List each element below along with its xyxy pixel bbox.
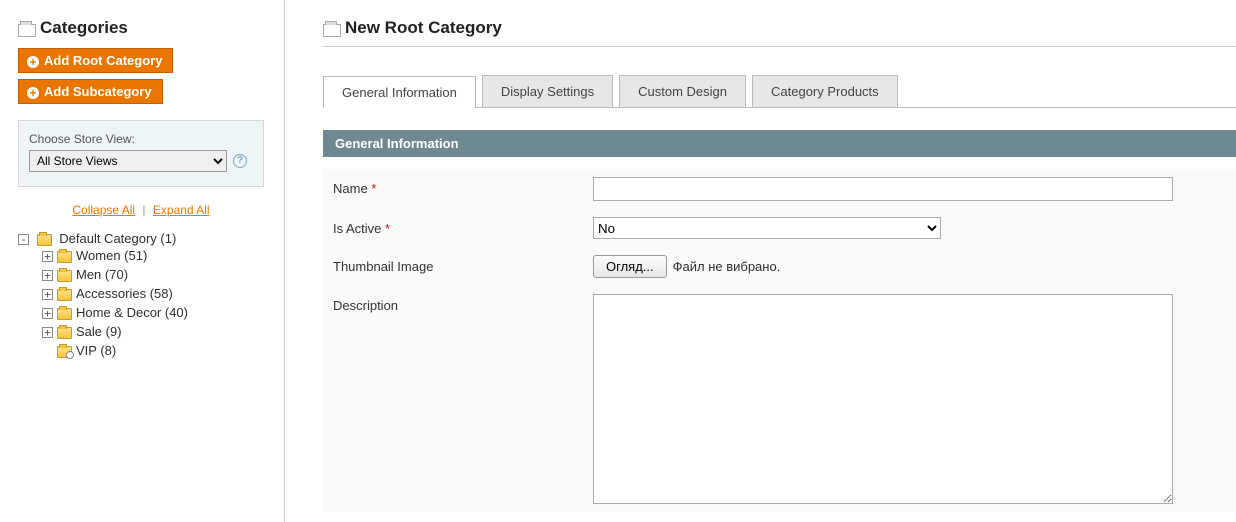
tree-item-label: Sale (9) — [76, 324, 122, 339]
collapse-all-link[interactable]: Collapse All — [72, 203, 135, 217]
add-subcategory-button[interactable]: + Add Subcategory — [18, 79, 163, 104]
field-name: Name * — [323, 169, 1236, 209]
form-area: Name * Is Active * No Thumbnail Image Ог… — [323, 169, 1236, 512]
category-tree: - Default Category (1) + Women (51) + Men … — [18, 229, 284, 362]
tree-item-label: Home & Decor (40) — [76, 305, 188, 320]
field-label-is-active: Is Active * — [333, 217, 593, 239]
main-header: New Root Category — [323, 18, 1236, 38]
tree-root-label: Default Category (1) — [59, 231, 176, 246]
folder-icon — [57, 308, 72, 320]
separator: | — [142, 203, 145, 217]
tree-item[interactable]: + Accessories (58) — [42, 284, 284, 303]
plus-icon: + — [27, 87, 39, 99]
tree-item-label: Women (51) — [76, 248, 147, 263]
main-panel: New Root Category General Information Di… — [285, 0, 1236, 522]
collapse-icon[interactable]: - — [18, 234, 29, 245]
description-textarea[interactable] — [593, 294, 1173, 504]
sidebar: Categories + Add Root Category + Add Subca… — [0, 0, 285, 522]
expand-collapse-row: Collapse All | Expand All — [18, 203, 264, 217]
leaf-spacer — [42, 344, 53, 355]
browse-button[interactable]: Огляд... — [593, 255, 667, 278]
tab-general-information[interactable]: General Information — [323, 76, 476, 108]
expand-icon[interactable]: + — [42, 251, 53, 262]
store-view-select[interactable]: All Store Views — [29, 150, 227, 172]
sidebar-title: Categories — [40, 18, 128, 38]
expand-icon[interactable]: + — [42, 289, 53, 300]
sidebar-header: Categories — [18, 18, 284, 38]
folder-icon — [57, 251, 72, 263]
section-heading: General Information — [323, 130, 1236, 157]
add-root-category-button[interactable]: + Add Root Category — [18, 48, 173, 73]
field-is-active: Is Active * No — [323, 209, 1236, 247]
divider — [323, 46, 1236, 47]
plus-icon: + — [27, 56, 39, 68]
is-active-select[interactable]: No — [593, 217, 941, 239]
store-view-label: Choose Store View: — [29, 132, 135, 146]
folder-icon — [57, 289, 72, 301]
tree-root[interactable]: - Default Category (1) + Women (51) + Men … — [18, 229, 284, 362]
tree-item[interactable]: VIP (8) — [42, 341, 284, 360]
tabs: General Information Display Settings Cus… — [323, 75, 1236, 108]
add-sub-label: Add Subcategory — [44, 84, 152, 99]
tree-item[interactable]: + Home & Decor (40) — [42, 303, 284, 322]
expand-icon[interactable]: + — [42, 308, 53, 319]
category-icon — [18, 21, 34, 35]
tree-item[interactable]: + Women (51) — [42, 246, 284, 265]
field-label-thumbnail: Thumbnail Image — [333, 255, 593, 278]
field-description: Description — [323, 286, 1236, 512]
expand-icon[interactable]: + — [42, 270, 53, 281]
name-input[interactable] — [593, 177, 1173, 201]
folder-icon — [37, 234, 52, 246]
field-label-name: Name * — [333, 177, 593, 201]
general-information-section: General Information Name * Is Active * N… — [323, 130, 1236, 512]
tree-item[interactable]: + Men (70) — [42, 265, 284, 284]
page-title: New Root Category — [345, 18, 502, 38]
tree-item-label: Men (70) — [76, 267, 128, 282]
field-thumbnail: Thumbnail Image Огляд... Файл не вибрано… — [323, 247, 1236, 286]
tab-display-settings[interactable]: Display Settings — [482, 75, 613, 107]
expand-icon[interactable]: + — [42, 327, 53, 338]
add-root-label: Add Root Category — [44, 53, 162, 68]
field-label-description: Description — [333, 294, 593, 504]
required-marker: * — [371, 181, 376, 196]
tree-item-label: Accessories (58) — [76, 286, 173, 301]
file-status: Файл не вибрано. — [673, 259, 781, 274]
category-icon — [323, 21, 339, 35]
tab-category-products[interactable]: Category Products — [752, 75, 898, 107]
expand-all-link[interactable]: Expand All — [153, 203, 210, 217]
folder-icon — [57, 270, 72, 282]
folder-icon — [57, 327, 72, 339]
folder-icon — [57, 346, 72, 358]
required-marker: * — [385, 221, 390, 236]
tab-custom-design[interactable]: Custom Design — [619, 75, 746, 107]
help-icon[interactable]: ? — [233, 154, 247, 168]
tree-item-label: VIP (8) — [76, 343, 116, 358]
store-view-panel: Choose Store View: All Store Views ? — [18, 120, 264, 187]
tree-item[interactable]: + Sale (9) — [42, 322, 284, 341]
